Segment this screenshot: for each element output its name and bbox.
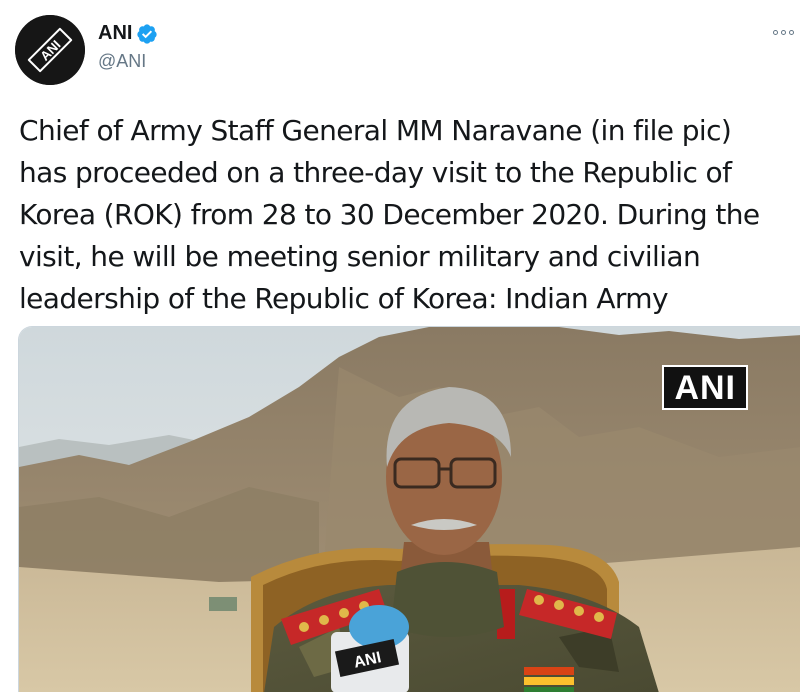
tweet-card: ANI ANI @ANI Chief of Army Staff General… (0, 0, 800, 692)
author-name[interactable]: ANI (98, 22, 132, 45)
tweet-media-photo[interactable]: ANI ANI (18, 326, 800, 692)
verified-badge-icon (137, 23, 158, 44)
ani-watermark: ANI (662, 365, 748, 410)
tweet-text-line: visit, he will be meeting senior militar… (19, 240, 701, 273)
tweet-text-line: leadership of the Republic of Korea: Ind… (19, 282, 669, 315)
ani-logo-icon: ANI (15, 15, 85, 85)
tweet-text-line: has proceeded on a three-day visit to th… (19, 156, 732, 189)
author-avatar[interactable]: ANI (15, 15, 85, 85)
author-handle[interactable]: @ANI (98, 51, 158, 72)
tweet-text-line: Chief of Army Staff General MM Naravane … (19, 114, 732, 147)
author-block: ANI @ANI (98, 22, 158, 72)
tweet-text: Chief of Army Staff General MM Naravane … (19, 110, 794, 320)
tweet-text-line: Korea (ROK) from 28 to 30 December 2020.… (19, 198, 760, 231)
more-options-icon[interactable] (773, 30, 794, 35)
watermark-text: ANI (674, 369, 736, 407)
